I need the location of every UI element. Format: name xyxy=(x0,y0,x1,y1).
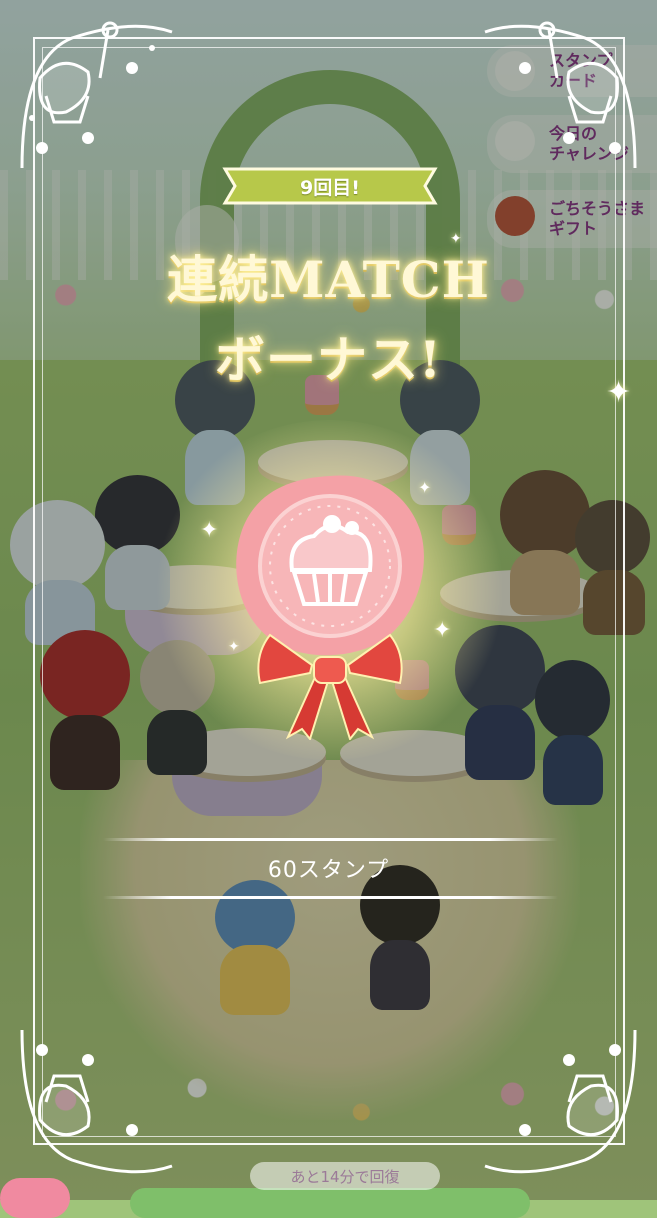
sparkle-icon: ✦ xyxy=(606,375,632,410)
reward-amount: 60スタンプ xyxy=(267,858,390,883)
reward-divider-top xyxy=(103,838,558,841)
reward-divider-bottom xyxy=(103,896,558,899)
bonus-title-line1: 連続MATCH xyxy=(167,250,490,309)
bottom-main-button[interactable] xyxy=(130,1188,530,1218)
bottom-left-button[interactable] xyxy=(0,1178,70,1218)
sparkle-icon: ✦ xyxy=(433,618,452,643)
sparkle-icon: ✦ xyxy=(450,231,462,247)
match-count-badge: 9回目! xyxy=(219,165,441,207)
match-count-label: 9回目! xyxy=(300,176,360,199)
cupcake-corner-ornament xyxy=(484,21,637,169)
bonus-title-line2: ボーナス! xyxy=(215,330,442,389)
stamina-recovery-timer: あと14分で回復 xyxy=(250,1162,440,1190)
cupcake-corner-ornament xyxy=(20,1029,173,1174)
sparkle-icon: ✦ xyxy=(228,639,240,655)
ribbon-icon xyxy=(257,633,403,740)
cupcake-corner-ornament xyxy=(20,21,173,169)
sparkle-icon: ✦ xyxy=(418,478,432,497)
cupcake-corner-ornament xyxy=(484,1029,637,1174)
sparkle-icon: ✦ xyxy=(200,518,219,543)
